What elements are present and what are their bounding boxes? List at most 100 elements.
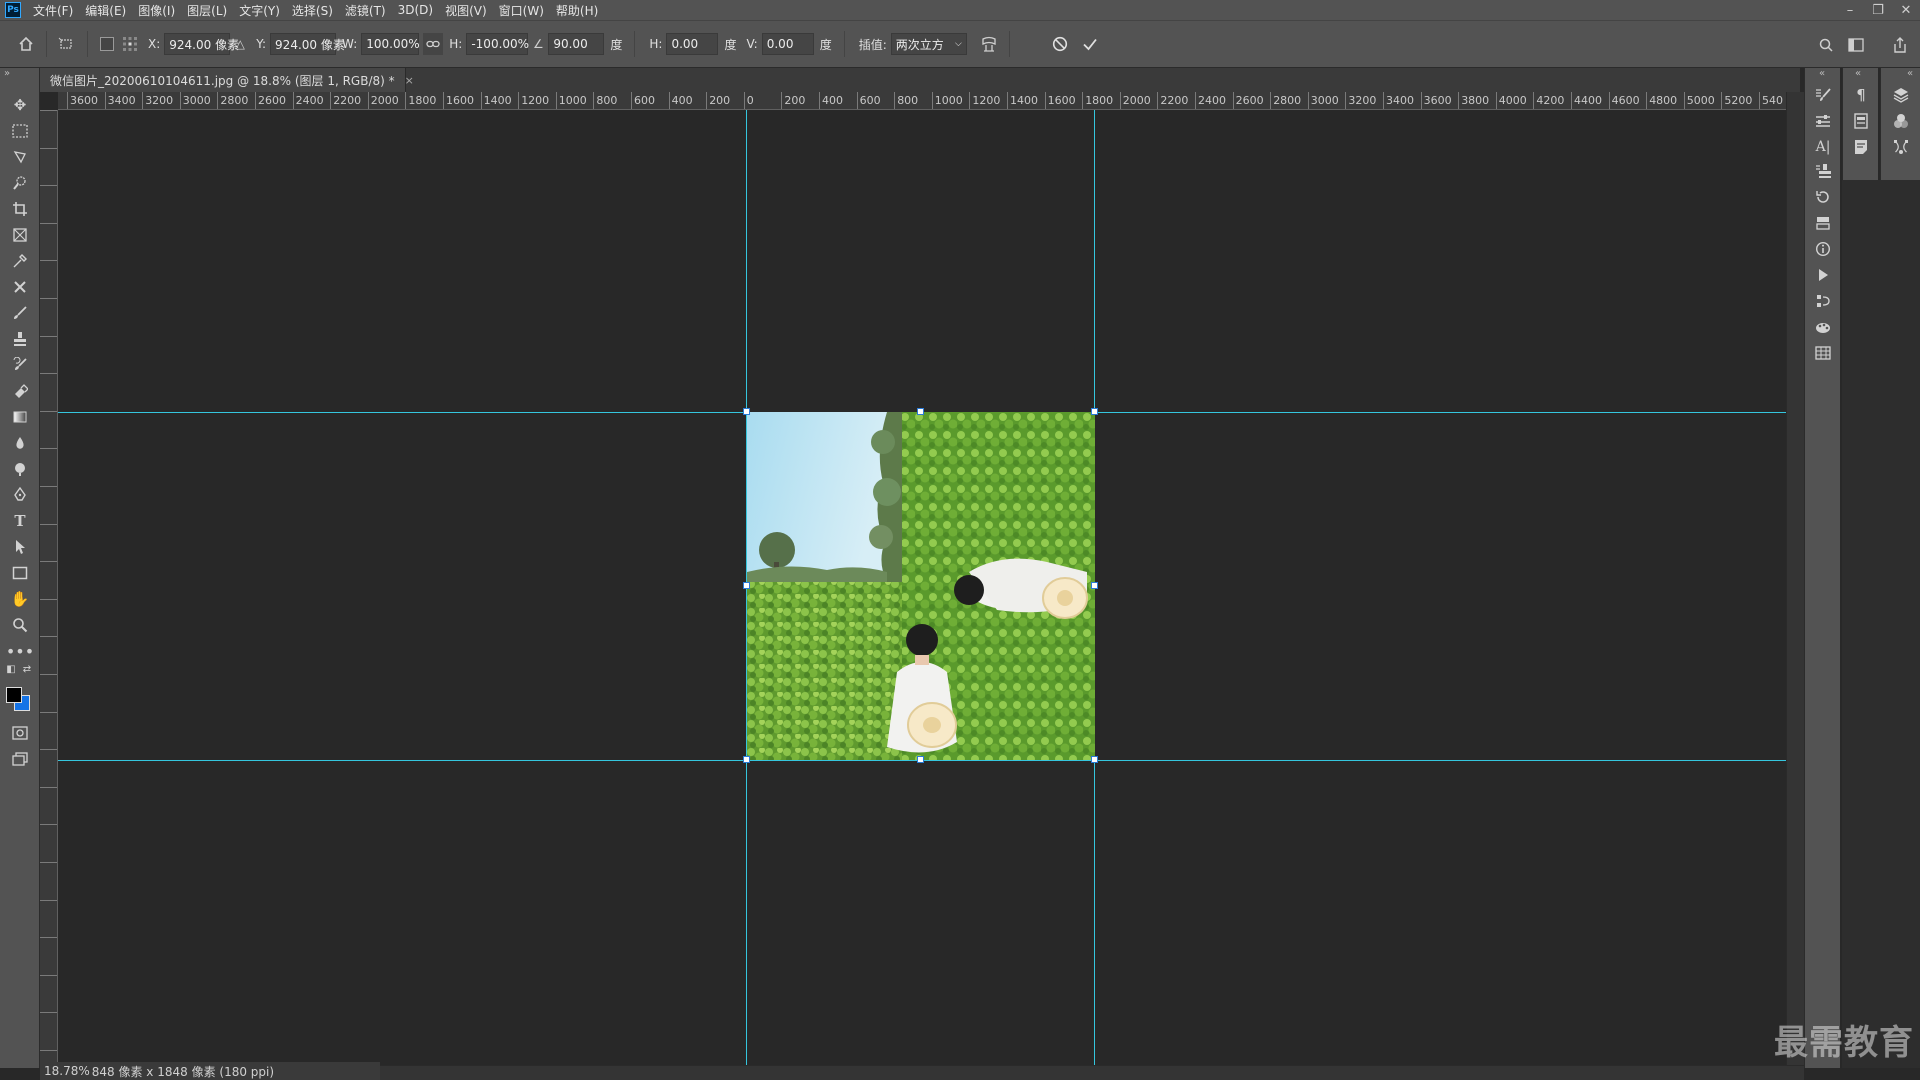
link-icon[interactable] <box>423 33 444 55</box>
default-colors-icon[interactable]: ◧ <box>4 662 18 676</box>
transform-handle-left[interactable] <box>743 582 750 589</box>
rectangle-tool-icon[interactable] <box>7 562 33 584</box>
brush-tool-icon[interactable] <box>7 302 33 324</box>
info-icon[interactable] <box>1811 238 1835 260</box>
menu-image[interactable]: 图像(I) <box>132 2 181 19</box>
eyedropper-tool-icon[interactable] <box>7 250 33 272</box>
close-window-button[interactable]: ✕ <box>1892 0 1920 20</box>
collapse-panel-icon[interactable]: « <box>1819 68 1825 79</box>
y-position-input[interactable]: 924.00 像素 <box>270 33 345 55</box>
hand-tool-icon[interactable]: ✋ <box>7 588 33 610</box>
eraser-tool-icon[interactable] <box>7 380 33 402</box>
type-tool-icon[interactable]: T <box>7 510 33 532</box>
paths-icon[interactable] <box>1811 290 1835 312</box>
canvas-area[interactable] <box>58 110 1786 1065</box>
collapse-panel-icon[interactable]: « <box>1855 68 1861 79</box>
screen-mode-icon[interactable] <box>7 748 33 770</box>
actions-icon[interactable] <box>1811 264 1835 286</box>
healing-brush-tool-icon[interactable] <box>7 276 33 298</box>
vertical-ruler[interactable] <box>40 110 58 1065</box>
cancel-transform-icon[interactable] <box>1048 32 1072 56</box>
frame-tool-icon[interactable] <box>7 224 33 246</box>
home-icon[interactable] <box>14 32 38 56</box>
horizontal-ruler[interactable]: 3600 3400 3200 3000 2800 2600 2400 2200 2000 1800… <box>58 92 1786 110</box>
ruler-tick-mark <box>40 711 57 749</box>
workspace-icon[interactable] <box>1844 33 1868 57</box>
path-selection-tool-icon[interactable] <box>7 536 33 558</box>
transform-handle-bottom-right[interactable] <box>1091 756 1098 763</box>
search-icon[interactable] <box>1814 33 1838 57</box>
foreground-color-swatch[interactable] <box>6 687 22 703</box>
swap-colors-icon[interactable]: ⇄ <box>20 662 34 676</box>
menu-help[interactable]: 帮助(H) <box>550 2 604 19</box>
expand-panel-icon[interactable]: » <box>4 68 10 79</box>
width-percent-input[interactable]: 100.00% <box>361 33 420 55</box>
x-position-input[interactable]: 924.00 像素 <box>164 33 239 55</box>
menu-3d[interactable]: 3D(D) <box>392 3 439 17</box>
pen-tool-icon[interactable] <box>7 484 33 506</box>
history-icon[interactable] <box>1811 186 1835 208</box>
character-icon[interactable]: A| <box>1811 136 1835 158</box>
properties-icon[interactable] <box>1849 110 1873 132</box>
gradient-tool-icon[interactable] <box>7 406 33 428</box>
menu-select[interactable]: 选择(S) <box>286 2 339 19</box>
quick-mask-icon[interactable] <box>7 722 33 744</box>
menu-window[interactable]: 窗口(W) <box>493 2 550 19</box>
menu-layer[interactable]: 图层(L) <box>181 2 233 19</box>
zoom-tool-icon[interactable] <box>7 614 33 636</box>
interpolation-select[interactable]: 两次立方 ⌵ <box>890 33 967 55</box>
transform-handle-right[interactable] <box>1091 582 1098 589</box>
table-icon[interactable] <box>1811 342 1835 364</box>
document-info[interactable]: 848 像素 x 1848 像素 (180 ppi) <box>92 1063 274 1080</box>
clone-stamp-tool-icon[interactable] <box>7 328 33 350</box>
clone-source-icon[interactable] <box>1811 160 1835 182</box>
menu-type[interactable]: 文字(Y) <box>233 2 286 19</box>
menu-edit[interactable]: 编辑(E) <box>79 2 132 19</box>
layer-comps-icon[interactable] <box>1811 212 1835 234</box>
close-tab-icon[interactable]: × <box>405 74 414 87</box>
channels-icon[interactable] <box>1889 110 1913 132</box>
color-swatches-icon[interactable] <box>1811 316 1835 338</box>
reference-point-icon[interactable] <box>118 32 142 56</box>
dodge-tool-icon[interactable] <box>7 458 33 480</box>
adjustments-icon[interactable] <box>1811 110 1835 132</box>
menu-filter[interactable]: 滤镜(T) <box>339 2 392 19</box>
collapse-panel-icon[interactable]: « <box>1907 68 1913 79</box>
share-icon[interactable] <box>1888 33 1912 57</box>
transform-handle-bottom-left[interactable] <box>743 756 750 763</box>
quick-selection-tool-icon[interactable] <box>7 172 33 194</box>
delta-icon[interactable]: △ <box>230 32 250 56</box>
transform-preset-icon[interactable] <box>55 32 79 56</box>
history-brush-tool-icon[interactable] <box>7 354 33 376</box>
menu-view[interactable]: 视图(V) <box>439 2 493 19</box>
commit-transform-icon[interactable] <box>1078 32 1102 56</box>
lasso-tool-icon[interactable] <box>7 146 33 168</box>
reference-point-checkbox[interactable] <box>100 37 114 51</box>
photo-layer[interactable] <box>747 412 1095 760</box>
transform-handle-top-right[interactable] <box>1091 408 1098 415</box>
move-tool-icon[interactable]: ✥ <box>7 94 33 116</box>
layers-icon[interactable] <box>1889 84 1913 106</box>
minimize-button[interactable]: – <box>1836 0 1864 20</box>
blur-tool-icon[interactable] <box>7 432 33 454</box>
zoom-level[interactable]: 18.78% <box>44 1064 90 1078</box>
height-percent-input[interactable]: -100.00% <box>466 33 529 55</box>
transform-handle-top-left[interactable] <box>743 408 750 415</box>
marquee-tool-icon[interactable] <box>7 120 33 142</box>
skew-h-input[interactable]: 0.00 <box>666 33 719 55</box>
paragraph-icon[interactable]: ¶ <box>1849 84 1873 106</box>
rotation-input[interactable]: 90.00 <box>548 33 605 55</box>
document-tab[interactable]: 微信图片_20200610104611.jpg @ 18.8% (图层 1, R… <box>40 68 414 92</box>
paths-panel-icon[interactable] <box>1889 136 1913 158</box>
transform-handle-top[interactable] <box>917 408 924 415</box>
warp-mode-icon[interactable] <box>977 32 1001 56</box>
notes-icon[interactable] <box>1849 136 1873 158</box>
brush-settings-icon[interactable] <box>1811 84 1835 106</box>
transform-handle-bottom[interactable] <box>917 756 924 763</box>
menu-file[interactable]: 文件(F) <box>27 2 79 19</box>
more-tools-icon[interactable]: ••• <box>6 640 34 662</box>
skew-v-input[interactable]: 0.00 <box>761 33 814 55</box>
crop-tool-icon[interactable] <box>7 198 33 220</box>
vertical-scrollbar[interactable] <box>1786 92 1804 1065</box>
restore-button[interactable]: ❐ <box>1864 0 1892 20</box>
